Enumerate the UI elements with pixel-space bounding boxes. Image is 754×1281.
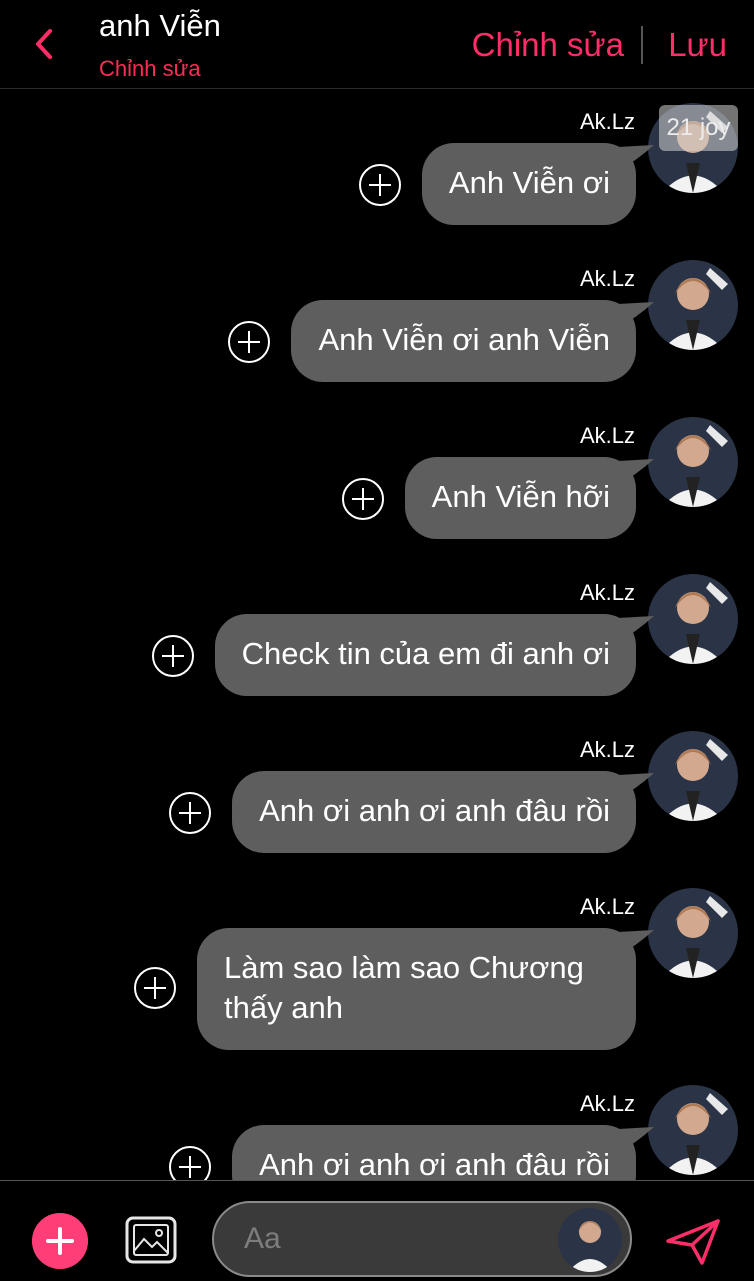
- bubble-tail: [618, 145, 654, 171]
- bubble-tail: [618, 302, 654, 328]
- composer-bar: Aa: [0, 1180, 754, 1281]
- message-text: Anh Viễn ơi: [448, 165, 610, 200]
- message-bubble[interactable]: Làm sao làm sao Chương thấy anh: [197, 928, 654, 1050]
- message-bubble[interactable]: Anh ơi anh ơi anh đâu rồi: [232, 1125, 654, 1180]
- sender-name: Ak.Lz: [579, 580, 635, 605]
- add-circle-icon[interactable]: [341, 477, 385, 521]
- message-bubble-container: Check tin của em đi anh ơi: [151, 614, 654, 696]
- bubble-tail: [618, 1127, 654, 1153]
- edit-subtitle[interactable]: Chỉnh sửa: [99, 56, 201, 82]
- image-icon[interactable]: [124, 1215, 178, 1265]
- header-divider: [641, 26, 643, 64]
- input-placeholder: Aa: [244, 1222, 281, 1255]
- message-bubble[interactable]: Anh Viễn hỡi: [404, 457, 654, 539]
- message-bubble[interactable]: Anh Viễn ơi anh Viễn: [291, 300, 654, 382]
- sender-name: Ak.Lz: [579, 423, 635, 448]
- sender-name: Ak.Lz: [579, 894, 635, 919]
- add-circle-icon[interactable]: [168, 1145, 212, 1180]
- add-circle-icon[interactable]: [133, 966, 177, 1010]
- message-bubble[interactable]: Anh ơi anh ơi anh đâu rồi: [232, 771, 654, 853]
- watermark-badge: 21 joy: [659, 105, 738, 151]
- plus-icon[interactable]: [32, 1213, 88, 1269]
- save-button[interactable]: Lưu: [668, 26, 727, 64]
- back-chevron-icon[interactable]: [30, 26, 60, 62]
- avatar[interactable]: [648, 417, 738, 507]
- message-text: Anh ơi anh ơi anh đâu rồi: [259, 1147, 610, 1180]
- message-text: Anh Viễn hỡi: [431, 479, 610, 514]
- message-bubble-container: Anh Viễn ơi anh Viễn: [228, 300, 654, 382]
- message-bubble[interactable]: Check tin của em đi anh ơi: [214, 614, 654, 696]
- avatar[interactable]: [648, 888, 738, 978]
- avatar[interactable]: [648, 574, 738, 664]
- message-bubble-container: Anh Viễn hỡi: [341, 457, 654, 539]
- message-bubble-container: Anh Viễn ơi: [358, 143, 654, 225]
- avatar[interactable]: [558, 1208, 622, 1272]
- avatar[interactable]: [648, 731, 738, 821]
- message-input[interactable]: Aa: [212, 1201, 632, 1277]
- message-bubble-container: Làm sao làm sao Chương thấy anh: [134, 928, 654, 1050]
- top-bar: anh Viễn Chỉnh sửa Chỉnh sửa Lưu: [0, 0, 754, 89]
- bubble-tail: [618, 459, 654, 485]
- send-icon[interactable]: [664, 1217, 722, 1267]
- add-circle-icon[interactable]: [227, 320, 271, 364]
- message-text: Anh Viễn ơi anh Viễn: [318, 322, 610, 357]
- message-bubble-container: Anh ơi anh ơi anh đâu rồi: [169, 1125, 654, 1180]
- avatar[interactable]: [648, 260, 738, 350]
- conversation-title: anh Viễn: [99, 8, 221, 43]
- bubble-tail: [618, 616, 654, 642]
- message-text: Check tin của em đi anh ơi: [241, 636, 610, 671]
- sender-name: Ak.Lz: [579, 737, 635, 762]
- bubble-tail: [618, 773, 654, 799]
- message-bubble[interactable]: Anh Viễn ơi: [421, 143, 654, 225]
- add-circle-icon[interactable]: [168, 791, 212, 835]
- message-bubble-container: Anh ơi anh ơi anh đâu rồi: [169, 771, 654, 853]
- avatar[interactable]: [648, 1085, 738, 1175]
- sender-name: Ak.Lz: [579, 1091, 635, 1116]
- message-text: Anh ơi anh ơi anh đâu rồi: [259, 793, 610, 828]
- add-circle-icon[interactable]: [358, 163, 402, 207]
- sender-name: Ak.Lz: [579, 266, 635, 291]
- bubble-tail: [618, 930, 654, 956]
- sender-name: Ak.Lz: [579, 109, 635, 134]
- add-circle-icon[interactable]: [151, 634, 195, 678]
- message-text: Làm sao làm sao Chương thấy anh: [224, 950, 584, 1025]
- message-list[interactable]: Ak.Lz Anh Viễn ơi Ak.Lz Anh Viễn ơi anh …: [0, 89, 754, 1180]
- edit-button[interactable]: Chỉnh sửa: [472, 26, 624, 64]
